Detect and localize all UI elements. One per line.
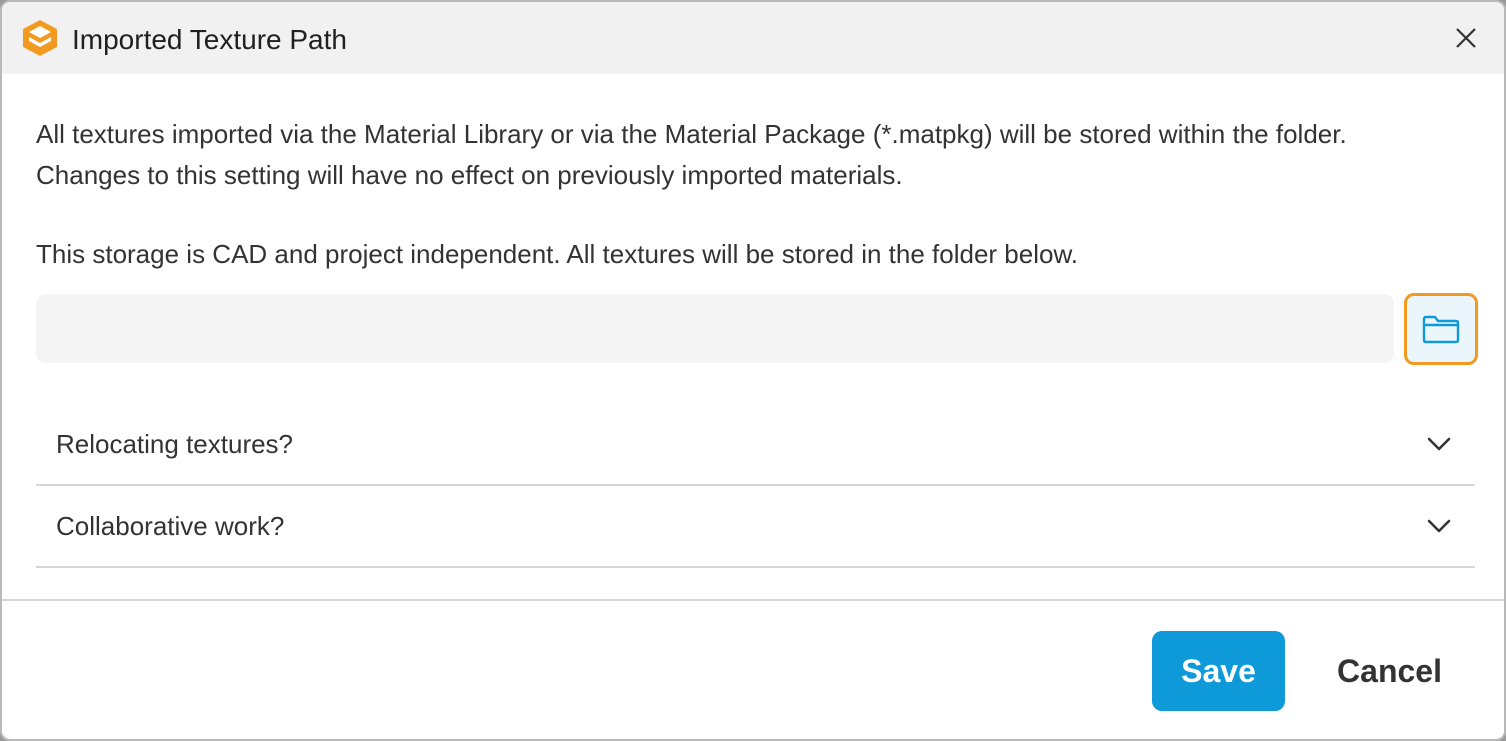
footer-divider — [2, 599, 1504, 601]
dialog-title: Imported Texture Path — [72, 24, 347, 55]
description-text: All textures imported via the Material L… — [36, 119, 1347, 190]
chevron-down-icon — [1427, 519, 1451, 533]
save-button[interactable]: Save — [1152, 631, 1285, 711]
app-logo-icon — [20, 18, 60, 58]
close-button[interactable] — [1446, 18, 1486, 58]
cancel-button[interactable]: Cancel — [1307, 631, 1472, 711]
browse-folder-button[interactable] — [1404, 293, 1478, 365]
accordion-label: Relocating textures? — [56, 429, 294, 459]
imported-texture-path-dialog: Imported Texture Path All textures impor… — [0, 0, 1506, 741]
close-icon — [1456, 28, 1476, 48]
chevron-down-icon — [1427, 437, 1451, 451]
accordion-relocating-textures[interactable]: Relocating textures? — [36, 404, 1475, 486]
accordion-label: Collaborative work? — [56, 511, 285, 541]
title-bar: Imported Texture Path — [2, 2, 1504, 74]
accordion-collaborative-work[interactable]: Collaborative work? — [36, 486, 1475, 568]
folder-icon — [1422, 315, 1460, 344]
storage-note-text: This storage is CAD and project independ… — [36, 239, 1079, 269]
texture-path-input[interactable] — [36, 294, 1394, 363]
